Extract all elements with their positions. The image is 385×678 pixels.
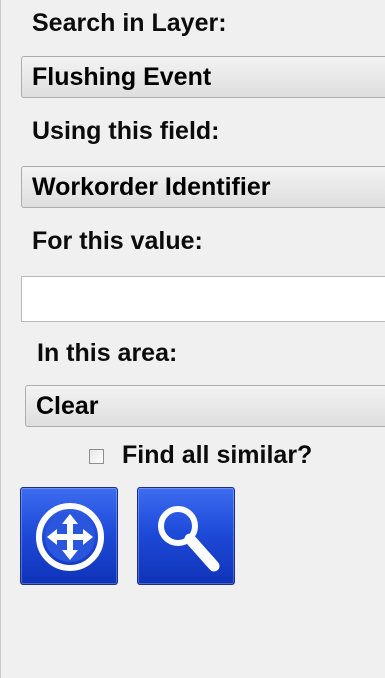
search-panel: Search in Layer: Flushing Event Using th… [0,0,385,678]
pan-button[interactable] [20,487,118,585]
search-area-dropdown[interactable]: Clear [25,385,385,427]
search-layer-label: Search in Layer: [32,9,227,37]
pan-arrows-icon [36,503,104,571]
search-field-dropdown[interactable]: Workorder Identifier [21,166,385,208]
magnifier-icon [158,506,220,572]
search-value-input[interactable] [21,276,385,322]
search-area-label: In this area: [37,339,178,367]
find-similar-checkbox[interactable] [89,449,104,464]
find-similar-label: Find all similar? [122,441,313,469]
search-value-label: For this value: [32,227,203,255]
search-button[interactable] [137,487,235,585]
search-layer-dropdown[interactable]: Flushing Event [21,56,385,98]
search-field-label: Using this field: [32,117,220,145]
